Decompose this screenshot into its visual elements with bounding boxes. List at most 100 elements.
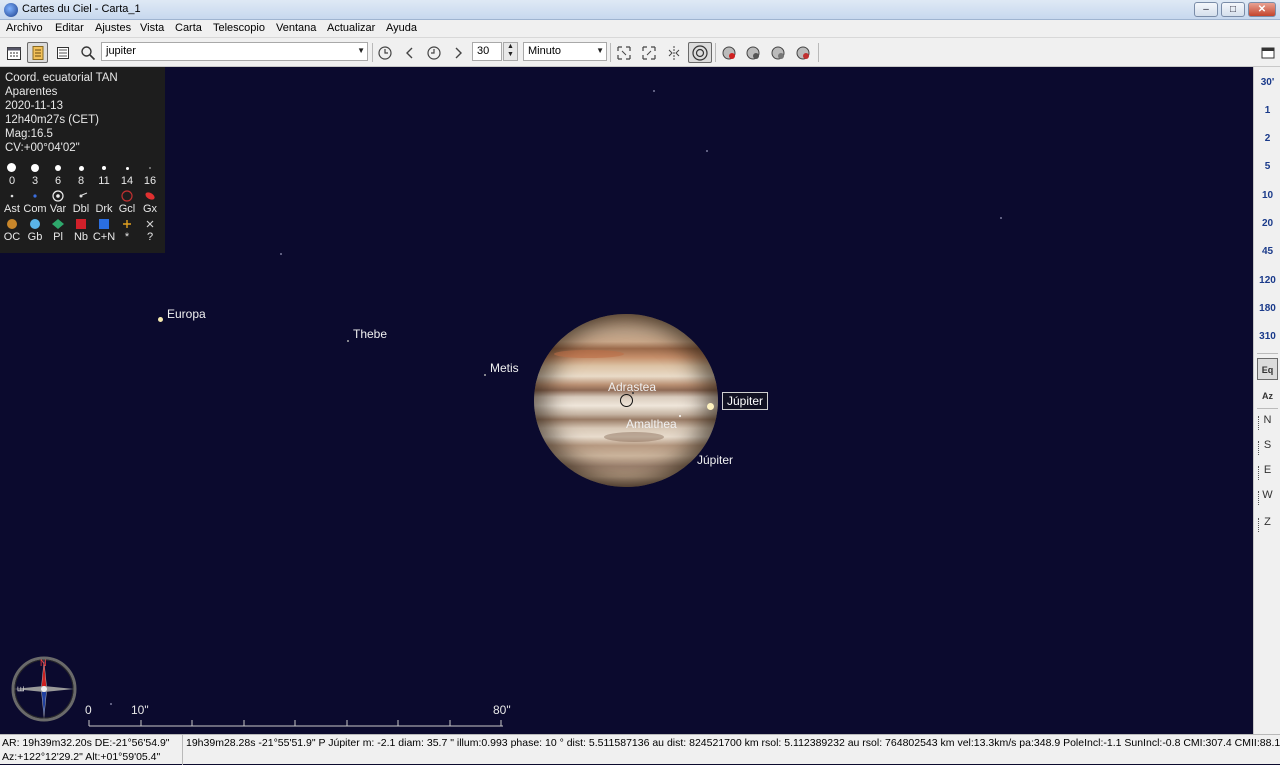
panel-icon[interactable]: [1257, 42, 1278, 63]
scale-bar: 0 10" 80": [83, 700, 523, 730]
zoom-out-icon[interactable]: [638, 42, 659, 63]
legend-time: 12h40m27s (CET): [5, 114, 99, 126]
calendar-icon[interactable]: [3, 42, 24, 63]
mag-dot: [79, 166, 84, 171]
status-object-info: 19h39m28.28s -21°55'51.9" P Júpiter m: -…: [186, 737, 1280, 749]
time-step-spinner[interactable]: ▲ ▼: [503, 42, 518, 61]
sidebar-divider: [1257, 353, 1278, 354]
telescope-icon-3[interactable]: [767, 42, 788, 63]
metis-label[interactable]: Metis: [490, 361, 519, 375]
mag-dot: [55, 165, 61, 171]
type-label: *: [124, 231, 130, 243]
app-icon: [4, 3, 18, 17]
minimize-button[interactable]: –: [1194, 2, 1218, 17]
amalthea-marker[interactable]: [679, 415, 681, 417]
sky-chart[interactable]: Coord. ecuatorial TAN Aparentes 2020-11-…: [0, 67, 1253, 734]
clock-icon[interactable]: [374, 42, 395, 63]
close-button[interactable]: ✕: [1248, 2, 1276, 17]
menu-telescopio[interactable]: Telescopio: [213, 22, 265, 34]
compass: N E: [10, 655, 78, 723]
type-label: ?: [146, 231, 154, 243]
menu-ayuda[interactable]: Ayuda: [386, 22, 417, 34]
target-circle: [620, 394, 633, 407]
equatorial-projection-button[interactable]: Eq: [1257, 358, 1278, 380]
forward-icon[interactable]: [447, 42, 468, 63]
fov-button-1[interactable]: 1: [1254, 105, 1280, 116]
toolbar-separator: [818, 43, 819, 62]
east-button[interactable]: E: [1254, 464, 1280, 480]
menu-carta[interactable]: Carta: [175, 22, 202, 34]
window-title: Cartes du Ciel - Carta_1: [22, 3, 141, 15]
europa-label[interactable]: Europa: [167, 307, 206, 321]
chevron-down-icon[interactable]: ▼: [357, 46, 365, 55]
menu-bar: Archivo Editar Ajustes Vista Carta Teles…: [0, 20, 1280, 38]
zenith-button[interactable]: Z: [1254, 516, 1280, 532]
menu-vista[interactable]: Vista: [140, 22, 164, 34]
fov-button-5[interactable]: 5: [1254, 161, 1280, 172]
toolbar: jupiter ▼ 30 ▲ ▼ Minuto ▼: [0, 38, 1280, 67]
catalog-icon[interactable]: [52, 42, 73, 63]
telescope-icon-1[interactable]: [718, 42, 739, 63]
amalthea-label[interactable]: Amalthea: [626, 417, 677, 431]
mag-dot: [149, 167, 151, 169]
fov-button-310[interactable]: 310: [1254, 331, 1280, 342]
search-icon[interactable]: [77, 42, 98, 63]
search-input[interactable]: jupiter ▼: [101, 42, 368, 61]
time-unit-select[interactable]: Minuto ▼: [523, 42, 607, 61]
mag-label: 14: [120, 175, 134, 187]
toolbar-separator: [715, 43, 716, 62]
thebe-label[interactable]: Thebe: [353, 327, 387, 341]
menu-ajustes[interactable]: Ajustes: [95, 22, 131, 34]
fov-sidebar: 30' 1 2 5 10 20 45 120 180 310 Eq Az N S…: [1253, 67, 1280, 734]
flip-icon[interactable]: [663, 42, 684, 63]
target-icon[interactable]: [688, 42, 712, 63]
scale-label-mid: 10": [131, 703, 149, 717]
toolbar-separator: [372, 43, 373, 62]
north-button[interactable]: N: [1254, 414, 1280, 430]
fov-button-120[interactable]: 120: [1254, 275, 1280, 286]
back-icon[interactable]: [399, 42, 420, 63]
now-icon[interactable]: [423, 42, 444, 63]
menu-ventana[interactable]: Ventana: [276, 22, 316, 34]
europa-marker[interactable]: [158, 317, 163, 322]
west-button[interactable]: W: [1254, 489, 1280, 505]
fov-button-30min[interactable]: 30': [1254, 77, 1280, 88]
status-ra-dec: AR: 19h39m32.20s DE:-21°56'54.9": [2, 737, 170, 749]
legend-date: 2020-11-13: [5, 100, 63, 112]
fov-button-20[interactable]: 20: [1254, 218, 1280, 229]
metis-marker[interactable]: [484, 374, 486, 376]
adrastea-marker[interactable]: [632, 392, 634, 394]
telescope-icon-2[interactable]: [742, 42, 763, 63]
fov-button-2[interactable]: 2: [1254, 133, 1280, 144]
time-step-input[interactable]: 30: [472, 42, 502, 61]
fov-button-10[interactable]: 10: [1254, 190, 1280, 201]
star: [1000, 217, 1002, 219]
menu-editar[interactable]: Editar: [55, 22, 84, 34]
menu-actualizar[interactable]: Actualizar: [327, 22, 375, 34]
maximize-button[interactable]: □: [1221, 2, 1245, 17]
jupiter-caption[interactable]: Júpiter: [722, 392, 769, 410]
chevron-down-icon[interactable]: ▼: [596, 46, 604, 55]
list-icon[interactable]: [27, 42, 48, 63]
mag-label: 11: [98, 175, 110, 187]
thebe-marker[interactable]: [347, 340, 349, 342]
telescope-icon-4[interactable]: [792, 42, 813, 63]
cloud-band: [604, 432, 664, 442]
star: [653, 90, 655, 92]
type-label: Pl: [53, 231, 63, 243]
menu-archivo[interactable]: Archivo: [6, 22, 43, 34]
scale-ticks: [88, 720, 503, 727]
zoom-in-icon[interactable]: [613, 42, 634, 63]
scale-label-start: 0: [85, 703, 92, 717]
altaz-projection-button[interactable]: Az: [1257, 383, 1278, 405]
sidebar-divider: [1257, 408, 1278, 409]
legend-panel: Coord. ecuatorial TAN Aparentes 2020-11-…: [0, 67, 165, 253]
south-button[interactable]: S: [1254, 439, 1280, 455]
fov-button-180[interactable]: 180: [1254, 303, 1280, 314]
mag-label: 16: [143, 175, 157, 187]
type-label: Drk: [95, 203, 113, 215]
title-bar: Cartes du Ciel - Carta_1 – □ ✕: [0, 0, 1280, 20]
jupiter-marker[interactable]: [707, 403, 714, 410]
fov-button-45[interactable]: 45: [1254, 246, 1280, 257]
jupiter-label[interactable]: Júpiter: [697, 453, 733, 467]
